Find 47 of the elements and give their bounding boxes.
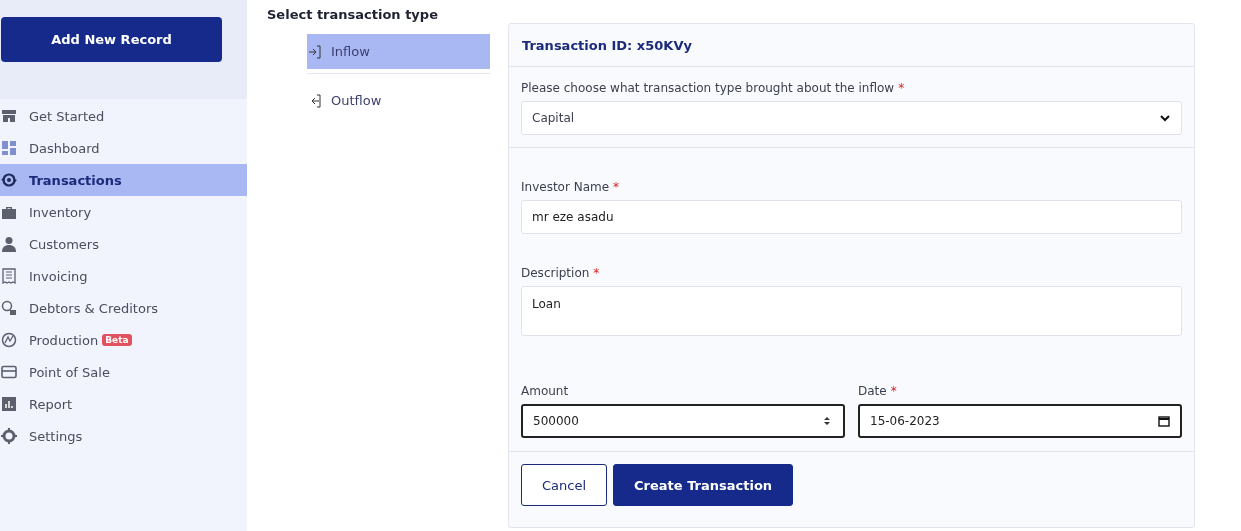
nav-item[interactable]: Point of Sale — [0, 356, 247, 388]
amount-field[interactable]: 500000 — [521, 404, 845, 438]
receipt-icon — [1, 268, 17, 284]
field-label: Please choose what transaction type brought about the inflow — [521, 81, 895, 95]
nav-item[interactable]: Customers — [0, 228, 247, 260]
field-label: Amount — [521, 384, 569, 398]
required-mark: * — [898, 81, 905, 95]
chevron-down-icon — [1159, 112, 1171, 124]
description-field[interactable]: Loan — [521, 286, 1182, 336]
field-label: Investor Name — [521, 180, 610, 194]
type-tab[interactable]: Inflow — [307, 34, 490, 69]
nav-item[interactable]: Dashboard — [0, 132, 247, 164]
date-field[interactable]: 15-06-2023 — [858, 404, 1182, 438]
settings-icon — [1, 428, 17, 444]
required-mark: * — [890, 384, 897, 398]
sign-out-icon — [309, 93, 321, 108]
section-title: Select transaction type — [267, 7, 439, 22]
nav-item[interactable]: Inventory — [0, 196, 247, 228]
required-mark: * — [593, 266, 600, 280]
type-tab[interactable]: Outflow — [307, 83, 490, 118]
field-label: Date — [858, 384, 887, 398]
sign-in-icon — [309, 44, 321, 59]
card-icon — [1, 364, 17, 380]
grid-icon — [1, 140, 17, 156]
required-mark: * — [613, 180, 620, 194]
chart-circle-icon — [1, 332, 17, 348]
nav-item[interactable]: Get Started — [0, 100, 247, 132]
cycle-icon — [1, 172, 17, 188]
beta-badge: Beta — [102, 334, 132, 346]
calendar-icon[interactable] — [1158, 415, 1170, 427]
transaction-id: Transaction ID: x50KVy — [509, 24, 1194, 67]
cancel-button[interactable]: Cancel — [521, 464, 608, 506]
field-label: Description — [521, 266, 590, 280]
briefcase-icon — [1, 204, 17, 220]
store-icon — [1, 108, 17, 124]
nav-item[interactable]: Invoicing — [0, 260, 247, 292]
add-record-button[interactable]: Add New Record — [1, 17, 222, 62]
nav-item[interactable]: Transactions — [0, 164, 247, 196]
person-icon — [1, 236, 17, 252]
nav-item[interactable]: Debtors & Creditors — [0, 292, 247, 324]
nav-item[interactable]: Production Beta — [0, 324, 247, 356]
nav-item[interactable]: Settings — [0, 420, 247, 452]
report-icon — [1, 396, 17, 412]
create-button[interactable]: Create Transaction — [613, 464, 794, 506]
transaction-type-select[interactable]: Capital — [521, 101, 1182, 135]
investor-name-field[interactable]: mr eze asadu — [521, 200, 1182, 234]
nav-item[interactable]: Report — [0, 388, 247, 420]
